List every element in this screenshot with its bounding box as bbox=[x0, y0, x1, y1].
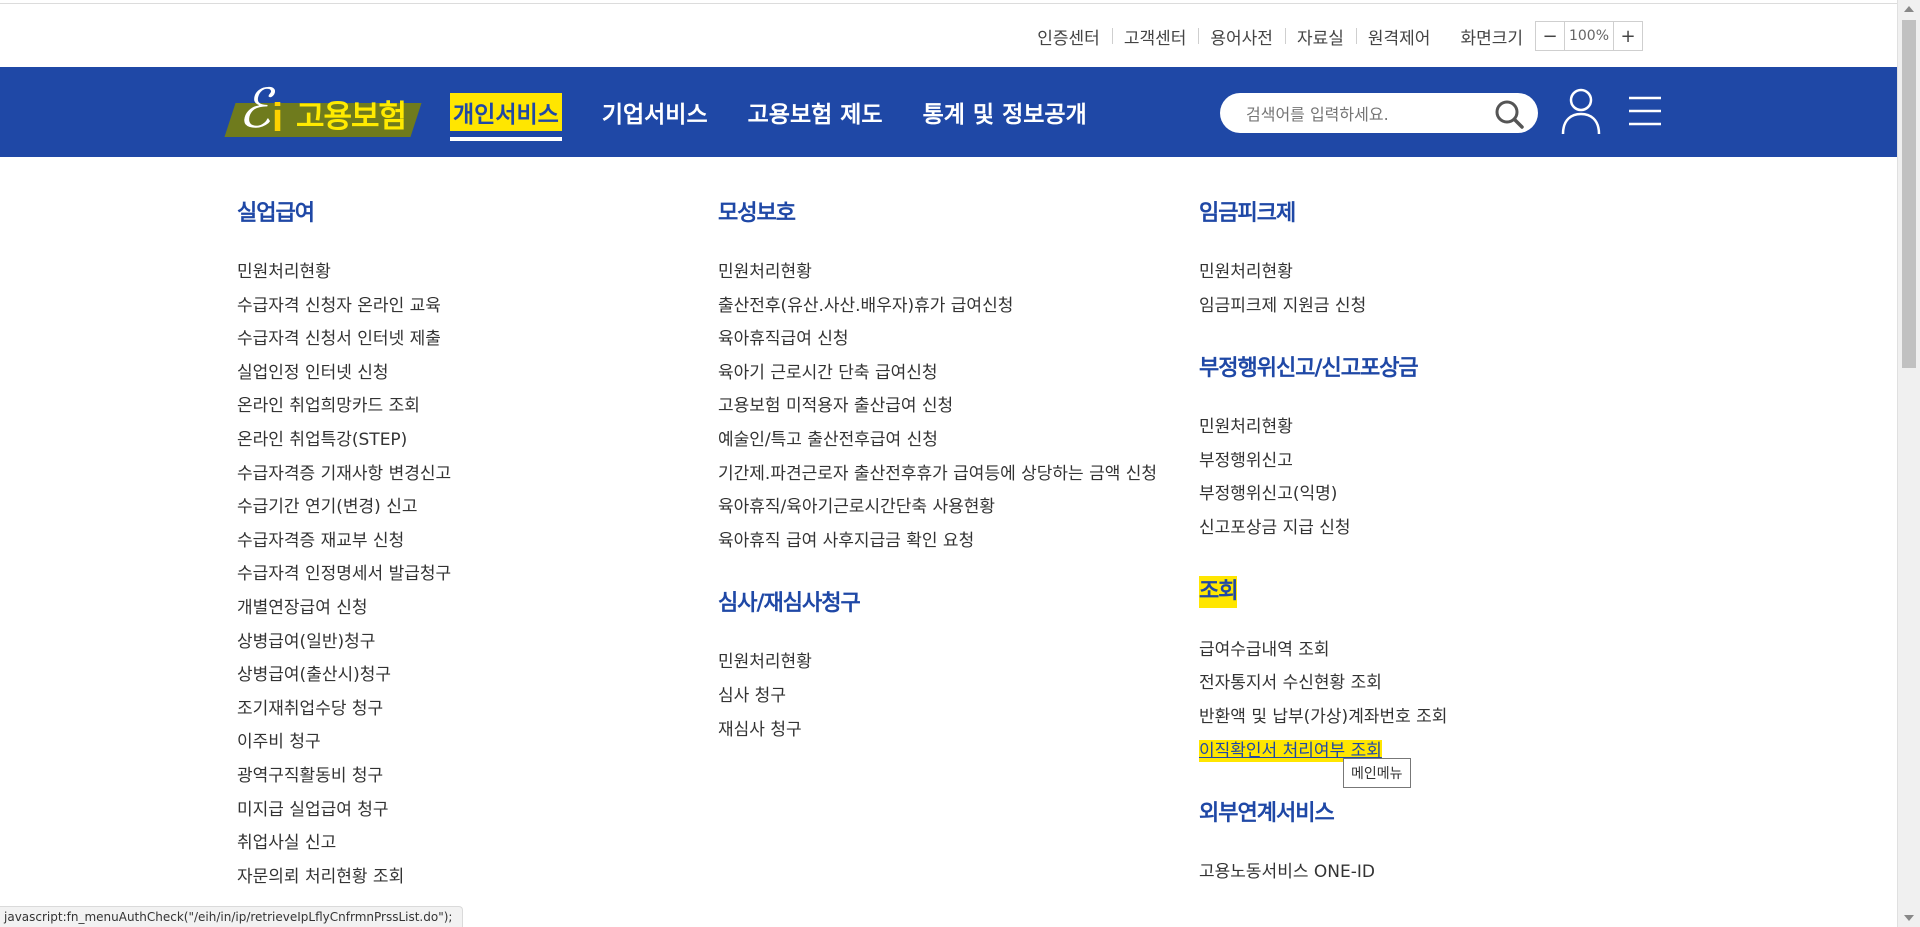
menu-group-maternity: 모성보호 민원처리현황 출산전후(유산.사산.배우자)휴가 급여신청 육아휴직급… bbox=[718, 198, 1157, 558]
nav-statistics[interactable]: 통계 및 정보공개 bbox=[923, 89, 1087, 135]
nav-insurance-system[interactable]: 고용보험 제도 bbox=[748, 89, 883, 135]
search-box bbox=[1220, 93, 1538, 133]
menu-item[interactable]: 임금피크제 지원금 신청 bbox=[1199, 290, 1447, 324]
menu-item[interactable]: 신고포상금 지급 신청 bbox=[1199, 512, 1447, 546]
zoom-control: − 100% + bbox=[1535, 21, 1643, 51]
zoom-value: 100% bbox=[1564, 22, 1614, 50]
menu-item[interactable]: 심사 청구 bbox=[718, 680, 1157, 714]
menu-title-fraud-report[interactable]: 부정행위신고/신고포상금 bbox=[1199, 353, 1419, 385]
menu-item[interactable]: 민원처리현황 bbox=[1199, 411, 1447, 445]
menu-item[interactable]: 육아휴직급여 신청 bbox=[718, 323, 1157, 357]
site-logo[interactable]: ℰ i 고용보험 bbox=[224, 77, 422, 141]
utility-bar: 인증센터 고객센터 용어사전 자료실 원격제어 화면크기 − 100% + bbox=[0, 3, 1898, 68]
menu-item[interactable]: 고용노동서비스 ONE-ID bbox=[1199, 856, 1447, 890]
util-link-customer-center[interactable]: 고객센터 bbox=[1111, 24, 1199, 49]
search-input[interactable] bbox=[1244, 99, 1488, 129]
menu-item[interactable]: 육아휴직 급여 사후지급금 확인 요청 bbox=[718, 525, 1157, 559]
menu-title-inquiry[interactable]: 조회 bbox=[1199, 575, 1238, 608]
menu-item[interactable]: 미지급 실업급여 청구 bbox=[237, 794, 451, 828]
menu-item[interactable]: 광역구직활동비 청구 bbox=[237, 760, 451, 794]
menu-item[interactable]: 고용보험 미적용자 출산급여 신청 bbox=[718, 390, 1157, 424]
menu-item[interactable]: 온라인 취업희망카드 조회 bbox=[237, 390, 451, 424]
tooltip: 메인메뉴 bbox=[1343, 758, 1411, 788]
logo-text: 고용보험 bbox=[296, 99, 407, 134]
utility-links: 인증센터 고객센터 용어사전 자료실 원격제어 화면크기 − 100% + bbox=[1025, 4, 1643, 68]
menu-item[interactable]: 수급자격 신청자 온라인 교육 bbox=[237, 290, 451, 324]
menu-item[interactable]: 육아휴직/육아기근로시간단축 사용현황 bbox=[718, 491, 1157, 525]
menu-list-unemployment: 민원처리현황 수급자격 신청자 온라인 교육 수급자격 신청서 인터넷 제출 실… bbox=[237, 256, 451, 894]
menu-title-appeal[interactable]: 심사/재심사청구 bbox=[718, 588, 861, 620]
menu-item[interactable]: 자문의뢰 처리현황 조회 bbox=[237, 861, 451, 895]
scroll-down-arrow-icon[interactable] bbox=[1904, 915, 1914, 921]
menu-title-external[interactable]: 외부연계서비스 bbox=[1199, 798, 1335, 830]
menu-item[interactable]: 예술인/특고 출산전후급여 신청 bbox=[718, 424, 1157, 458]
zoom-out-button[interactable]: − bbox=[1536, 22, 1564, 50]
menu-item[interactable]: 실업인정 인터넷 신청 bbox=[237, 357, 451, 391]
menu-item[interactable]: 민원처리현황 bbox=[718, 256, 1157, 290]
menu-item[interactable]: 반환액 및 납부(가상)계좌번호 조회 bbox=[1199, 701, 1447, 735]
menu-item[interactable]: 수급자격 신청서 인터넷 제출 bbox=[237, 323, 451, 357]
menu-item[interactable]: 수급자격 인정명세서 발급청구 bbox=[237, 558, 451, 592]
menu-item[interactable]: 민원처리현황 bbox=[237, 256, 451, 290]
menu-item[interactable]: 이주비 청구 bbox=[237, 726, 451, 760]
vertical-scrollbar[interactable] bbox=[1897, 0, 1920, 927]
nav-personal-services[interactable]: 개인서비스 bbox=[450, 93, 562, 141]
menu-item[interactable]: 온라인 취업특강(STEP) bbox=[237, 424, 451, 458]
menu-title-wage-peak[interactable]: 임금피크제 bbox=[1199, 198, 1296, 230]
menu-item[interactable]: 민원처리현황 bbox=[718, 646, 1157, 680]
menu-item[interactable]: 수급기간 연기(변경) 신고 bbox=[237, 491, 451, 525]
menu-item[interactable]: 급여수급내역 조회 bbox=[1199, 634, 1447, 668]
menu-item[interactable]: 재심사 청구 bbox=[718, 714, 1157, 748]
menu-item[interactable]: 부정행위신고 bbox=[1199, 445, 1447, 479]
menu-item[interactable]: 개별연장급여 신청 bbox=[237, 592, 451, 626]
util-link-resources[interactable]: 자료실 bbox=[1284, 24, 1356, 49]
menu-group-fraud-report: 부정행위신고/신고포상금 민원처리현황 부정행위신고 부정행위신고(익명) 신고… bbox=[1199, 353, 1447, 545]
menu-item[interactable]: 민원처리현황 bbox=[1199, 256, 1447, 290]
menu-item[interactable]: 전자통지서 수신현황 조회 bbox=[1199, 667, 1447, 701]
menu-item[interactable]: 수급자격증 재교부 신청 bbox=[237, 525, 451, 559]
menu-group-inquiry: 조회 급여수급내역 조회 전자통지서 수신현황 조회 반환액 및 납부(가상)계… bbox=[1199, 575, 1447, 769]
menu-item[interactable]: 취업사실 신고 bbox=[237, 827, 451, 861]
menu-item[interactable]: 상병급여(출산시)청구 bbox=[237, 659, 451, 693]
menu-item[interactable]: 출산전후(유산.사산.배우자)휴가 급여신청 bbox=[718, 290, 1157, 324]
menu-item[interactable]: 수급자격증 기재사항 변경신고 bbox=[237, 458, 451, 492]
menu-column-unemployment: 실업급여 민원처리현황 수급자격 신청자 온라인 교육 수급자격 신청서 인터넷… bbox=[237, 198, 451, 894]
nav-business-services[interactable]: 기업서비스 bbox=[602, 89, 708, 135]
global-nav: 개인서비스 기업서비스 고용보험 제도 통계 및 정보공개 bbox=[450, 67, 1127, 157]
menu-title-unemployment[interactable]: 실업급여 bbox=[237, 198, 315, 230]
zoom-label: 화면크기 bbox=[1460, 28, 1523, 49]
browser-status-bar: javascript:fn_menuAuthCheck("/eih/in/ip/… bbox=[0, 906, 464, 927]
util-link-remote-control[interactable]: 원격제어 bbox=[1355, 24, 1443, 49]
scrollbar-thumb[interactable] bbox=[1902, 20, 1916, 368]
menu-group-wage-peak: 임금피크제 민원처리현황 임금피크제 지원금 신청 bbox=[1199, 198, 1447, 323]
scroll-up-arrow-icon[interactable] bbox=[1904, 6, 1914, 12]
util-link-glossary[interactable]: 용어사전 bbox=[1198, 24, 1285, 49]
main-header: ℰ i 고용보험 개인서비스 기업서비스 고용보험 제도 통계 및 정보공개 bbox=[0, 67, 1898, 157]
logo-i-mark: i bbox=[272, 96, 284, 140]
search-icon[interactable] bbox=[1494, 99, 1524, 129]
menu-item[interactable]: 조기재취업수당 청구 bbox=[237, 693, 451, 727]
menu-item[interactable]: 육아기 근로시간 단축 급여신청 bbox=[718, 357, 1157, 391]
logo-e-mark: ℰ bbox=[238, 77, 271, 140]
menu-column-maternity: 모성보호 민원처리현황 출산전후(유산.사산.배우자)휴가 급여신청 육아휴직급… bbox=[718, 198, 1157, 777]
hamburger-menu-icon[interactable] bbox=[1628, 95, 1662, 127]
menu-column-wage-peak: 임금피크제 민원처리현황 임금피크제 지원금 신청 부정행위신고/신고포상금 민… bbox=[1199, 198, 1447, 920]
zoom-in-button[interactable]: + bbox=[1614, 22, 1642, 50]
user-icon[interactable] bbox=[1560, 87, 1602, 135]
menu-item[interactable]: 상병급여(일반)청구 bbox=[237, 626, 451, 660]
menu-group-external: 외부연계서비스 고용노동서비스 ONE-ID bbox=[1199, 798, 1447, 890]
menu-title-maternity[interactable]: 모성보호 bbox=[718, 198, 796, 230]
util-link-cert-center[interactable]: 인증센터 bbox=[1025, 24, 1112, 49]
menu-item[interactable]: 부정행위신고(익명) bbox=[1199, 478, 1447, 512]
menu-group-appeal: 심사/재심사청구 민원처리현황 심사 청구 재심사 청구 bbox=[718, 588, 1157, 747]
menu-item[interactable]: 기간제.파견근로자 출산전후휴가 급여등에 상당하는 금액 신청 bbox=[718, 458, 1157, 492]
